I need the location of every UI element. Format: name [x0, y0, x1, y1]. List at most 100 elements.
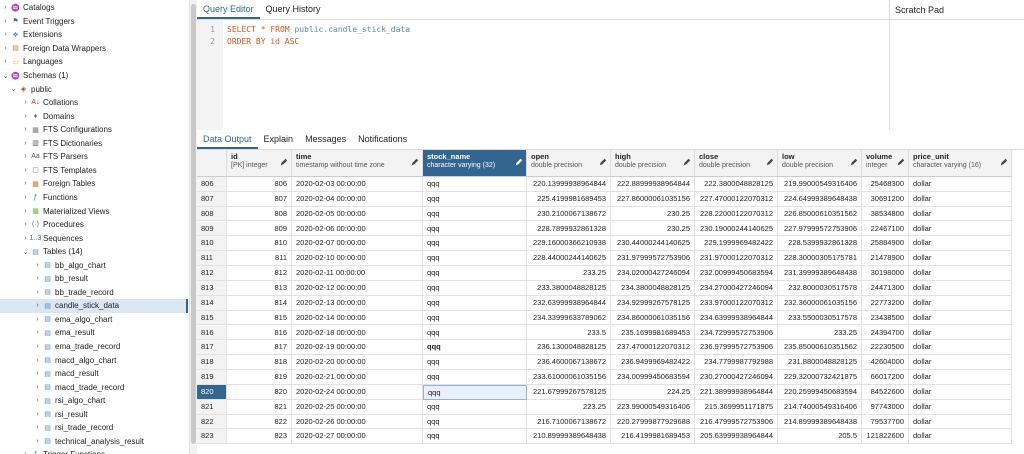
- cell-time[interactable]: 2020-02-14 00:00:00: [292, 310, 423, 326]
- chevron-right-icon[interactable]: ›: [34, 302, 41, 309]
- cell-id[interactable]: 815: [227, 310, 292, 326]
- cell-id[interactable]: 811: [227, 251, 292, 267]
- tree-item-macd-algo-chart[interactable]: › ▤ macd_algo_chart: [0, 353, 188, 367]
- cell-open[interactable]: 225.4199981689453: [527, 191, 611, 207]
- chevron-right-icon[interactable]: ›: [22, 208, 29, 215]
- chevron-right-icon[interactable]: ›: [34, 289, 41, 296]
- cell-high[interactable]: 234.00999450683594: [611, 370, 695, 385]
- cell-close[interactable]: 222.3800048828125: [695, 177, 778, 192]
- row-number-cell[interactable]: 822: [197, 414, 227, 430]
- cell-low[interactable]: 224.64999389648438: [778, 191, 862, 207]
- cell-id[interactable]: 808: [227, 206, 292, 222]
- cell-close[interactable]: 233.97000122070312: [695, 295, 778, 311]
- tree-item-bb-result[interactable]: › ▤ bb_result: [0, 272, 188, 286]
- cell-volume[interactable]: 21478900: [862, 251, 909, 267]
- cell-close[interactable]: 227.47000122070312: [695, 191, 778, 207]
- cell-time[interactable]: 2020-02-12 00:00:00: [292, 280, 423, 296]
- cell-open[interactable]: 223.25: [527, 399, 611, 415]
- chevron-down-icon[interactable]: ⌄: [10, 85, 17, 93]
- scratch-pad[interactable]: Scratch Pad: [889, 0, 1024, 130]
- cell-low[interactable]: 235.85000610351562: [778, 340, 862, 356]
- chevron-right-icon[interactable]: ›: [34, 438, 41, 445]
- cell-close[interactable]: 230.27000427246094: [695, 370, 778, 385]
- cell-close[interactable]: 215.3699951171875: [695, 399, 778, 415]
- tree-item-fts-templates[interactable]: › ▢ FTS Templates: [0, 164, 188, 178]
- chevron-right-icon[interactable]: ›: [2, 4, 9, 11]
- cell-time[interactable]: 2020-02-10 00:00:00: [292, 251, 423, 267]
- cell-price-unit[interactable]: dollar: [909, 177, 1012, 192]
- cell-open[interactable]: 233.3800048828125: [527, 280, 611, 296]
- cell-low[interactable]: 205.5: [778, 429, 862, 445]
- table-row[interactable]: 822 822 2020-02-26 00:00:00 qqq 216.71000671…: [197, 414, 1012, 430]
- cell-high[interactable]: 222.88999938964844: [611, 177, 695, 192]
- cell-open[interactable]: 236.4600067138672: [527, 355, 611, 370]
- chevron-right-icon[interactable]: ›: [22, 221, 29, 228]
- tree-item-extensions[interactable]: › ❖ Extensions: [0, 28, 188, 42]
- chevron-right-icon[interactable]: ›: [34, 329, 41, 336]
- tree-item-event-triggers[interactable]: › ⚑ Event Triggers: [0, 15, 188, 29]
- tab-notifications[interactable]: Notifications: [352, 130, 413, 149]
- cell-close[interactable]: 228.22000122070312: [695, 206, 778, 222]
- tree-item-rsi-result[interactable]: › ▤ rsi_result: [0, 408, 188, 422]
- table-row[interactable]: 810 810 2020-02-07 00:00:00 qqq 229.16000366…: [197, 236, 1012, 252]
- cell-open[interactable]: 228.7899932861328: [527, 221, 611, 237]
- row-number-cell[interactable]: 808: [197, 206, 227, 222]
- cell-id[interactable]: 810: [227, 236, 292, 252]
- chevron-right-icon[interactable]: ›: [34, 384, 41, 391]
- cell-id[interactable]: 806: [227, 177, 292, 192]
- tree-item-macd-result[interactable]: › ▤ macd_result: [0, 367, 188, 381]
- chevron-right-icon[interactable]: ›: [22, 235, 29, 242]
- cell-open[interactable]: 230.2100067138672: [527, 206, 611, 222]
- tree-item-collations[interactable]: › A↓ Collations: [0, 96, 188, 110]
- table-row[interactable]: 817 817 2020-02-19 00:00:00 qqq 236.13000488…: [197, 340, 1012, 356]
- cell-price-unit[interactable]: dollar: [909, 370, 1012, 385]
- cell-id[interactable]: 821: [227, 399, 292, 415]
- cell-volume[interactable]: 24394700: [862, 325, 909, 341]
- cell-close[interactable]: 231.97000122070312: [695, 251, 778, 267]
- tree-scrollbar-thumb[interactable]: [191, 4, 196, 444]
- cell-high[interactable]: 224.25: [611, 384, 695, 400]
- column-header-close[interactable]: close double precision: [695, 150, 778, 176]
- table-row[interactable]: 816 816 2020-02-18 00:00:00 qqq 233.5 235.169…: [197, 325, 1012, 341]
- tab-explain[interactable]: Explain: [258, 130, 300, 149]
- tree-item-bb-trade-record[interactable]: › ▤ bb_trade_record: [0, 286, 188, 300]
- cell-id[interactable]: 816: [227, 325, 292, 341]
- row-number-cell[interactable]: 812: [197, 266, 227, 281]
- tree-item-macd-trade-record[interactable]: › ▤ macd_trade_record: [0, 380, 188, 394]
- row-number-cell[interactable]: 815: [197, 310, 227, 326]
- row-number-cell[interactable]: 819: [197, 370, 227, 385]
- row-number-header[interactable]: [197, 150, 227, 176]
- cell-open[interactable]: 221.67999267578125: [527, 384, 611, 400]
- chevron-right-icon[interactable]: ›: [34, 262, 41, 269]
- column-header-high[interactable]: high double precision: [611, 150, 695, 176]
- table-row[interactable]: 807 807 2020-02-04 00:00:00 qqq 225.41999816…: [197, 191, 1012, 207]
- row-number-cell[interactable]: 806: [197, 177, 227, 192]
- cell-low[interactable]: 233.25: [778, 325, 862, 341]
- chevron-down-icon[interactable]: ⌄: [22, 248, 29, 256]
- tree-item-functions[interactable]: › ƒ Functions: [0, 191, 188, 205]
- cell-price-unit[interactable]: dollar: [909, 191, 1012, 207]
- table-row[interactable]: 818 818 2020-02-20 00:00:00 qqq 236.46000671…: [197, 355, 1012, 370]
- tree-item-ema-trade-record[interactable]: › ▤ ema_trade_record: [0, 340, 188, 354]
- cell-time[interactable]: 2020-02-19 00:00:00: [292, 340, 423, 356]
- cell-volume[interactable]: 25884900: [862, 236, 909, 252]
- cell-high[interactable]: 220.27999877929688: [611, 414, 695, 430]
- cell-id[interactable]: 812: [227, 266, 292, 281]
- cell-id[interactable]: 817: [227, 340, 292, 356]
- tree-item-foreign-tables[interactable]: › ▦ Foreign Tables: [0, 177, 188, 191]
- cell-price-unit[interactable]: dollar: [909, 355, 1012, 370]
- chevron-right-icon[interactable]: ›: [34, 343, 41, 350]
- tree-item-ema-algo-chart[interactable]: › ▤ ema_algo_chart: [0, 313, 188, 327]
- tab-data-output[interactable]: Data Output: [197, 130, 258, 149]
- cell-volume[interactable]: 42604000: [862, 355, 909, 370]
- tree-item-catalogs[interactable]: › ♒ Catalogs: [0, 1, 188, 15]
- cell-time[interactable]: 2020-02-18 00:00:00: [292, 325, 423, 341]
- cell-stock-name[interactable]: qqq: [423, 206, 527, 222]
- cell-price-unit[interactable]: dollar: [909, 280, 1012, 296]
- chevron-right-icon[interactable]: ›: [34, 357, 41, 364]
- chevron-right-icon[interactable]: ›: [22, 167, 29, 174]
- cell-price-unit[interactable]: dollar: [909, 399, 1012, 415]
- cell-time[interactable]: 2020-02-26 00:00:00: [292, 414, 423, 430]
- chevron-right-icon[interactable]: ›: [2, 45, 9, 52]
- cell-high[interactable]: 231.97999572753906: [611, 251, 695, 267]
